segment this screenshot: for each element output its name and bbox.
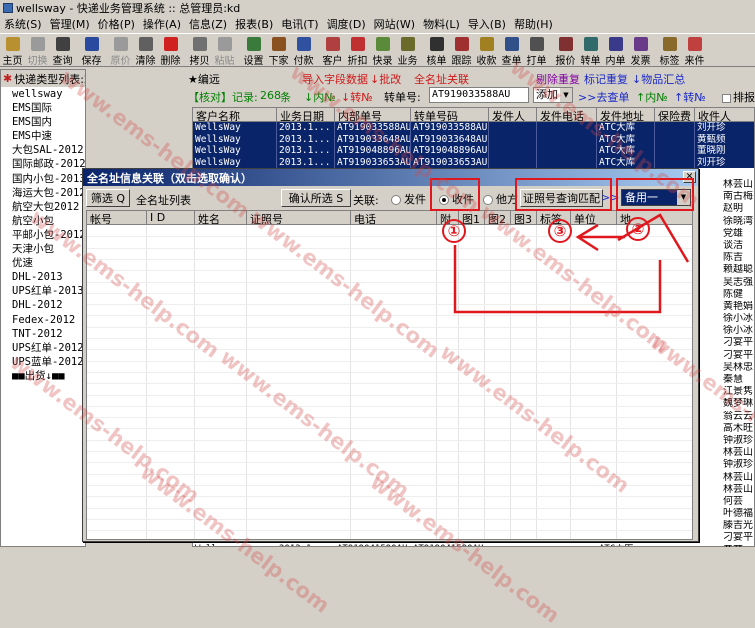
annotation-number-3: ③ <box>548 219 572 243</box>
annotation-arrows <box>453 213 690 314</box>
annotation-number-2: ② <box>626 217 650 241</box>
annotation-number-1: ① <box>442 219 466 243</box>
annotation-path-line <box>453 245 662 314</box>
